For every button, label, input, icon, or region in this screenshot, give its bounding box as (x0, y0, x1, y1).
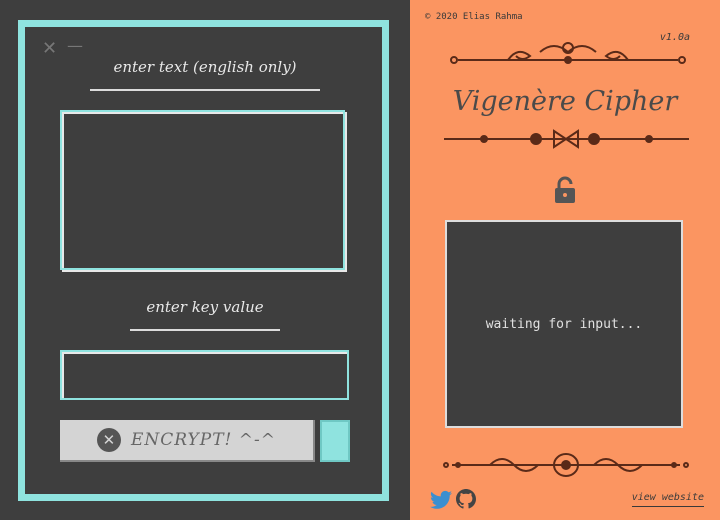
bottom-ornament (443, 453, 689, 477)
encrypt-button[interactable]: ✕ ENCRYPT! ^-^ (60, 420, 315, 462)
top-ornament (450, 42, 686, 64)
output-box: waiting for input... (445, 220, 683, 428)
divider-ornament (444, 129, 689, 149)
close-icon[interactable]: ✕ (42, 38, 57, 59)
text-label: enter text (english only) (113, 58, 297, 76)
text-label-underline (90, 89, 320, 91)
text-input[interactable] (60, 110, 345, 270)
input-panel: ✕ — enter text (english only) enter key … (0, 0, 410, 520)
key-input[interactable] (60, 350, 349, 400)
cancel-circle-icon: ✕ (96, 428, 121, 452)
lock-icon (555, 176, 575, 203)
output-placeholder: waiting for input... (485, 316, 643, 332)
output-panel: © 2020 Elias Rahma v1.0a Vigenère Cipher (410, 0, 720, 520)
encrypt-label: ENCRYPT! ^-^ (130, 430, 277, 450)
github-icon[interactable] (456, 489, 476, 509)
twitter-icon[interactable] (430, 490, 452, 510)
view-website-link[interactable]: view website (631, 492, 704, 507)
key-label: enter key value (146, 298, 264, 316)
side-button[interactable] (320, 420, 350, 462)
minimize-icon[interactable]: — (67, 36, 83, 55)
app-title: Vigenère Cipher (452, 86, 678, 117)
key-label-underline (130, 329, 280, 331)
copyright-text: © 2020 Elias Rahma (425, 12, 523, 22)
